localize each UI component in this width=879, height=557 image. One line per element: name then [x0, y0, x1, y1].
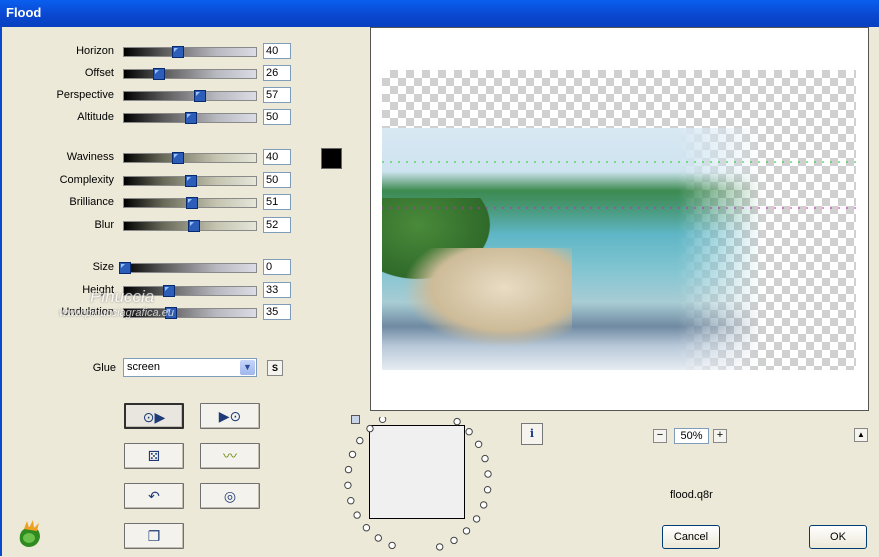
slider-label: Horizon [76, 45, 114, 57]
navigator-dot [450, 536, 458, 545]
navigator-dot [362, 524, 371, 532]
slider-track[interactable] [123, 152, 257, 164]
navigator-dot [388, 541, 396, 550]
cancel-button[interactable]: Cancel [662, 525, 720, 549]
navigator-dot [480, 501, 488, 509]
glue-value: screen [127, 361, 161, 373]
slider-label: Waviness [66, 151, 114, 163]
navigator-dot [378, 417, 387, 423]
watermark-name: Pinuccia [90, 287, 155, 306]
slider-thumb[interactable] [186, 197, 199, 209]
color-swatch[interactable] [321, 148, 342, 169]
window-title: Flood [6, 5, 42, 20]
slider-value-field[interactable]: 35 [263, 304, 291, 320]
slider-value-field[interactable]: 33 [263, 282, 291, 298]
glue-s-button[interactable]: S [267, 360, 283, 376]
undo-button[interactable]: ↶ [124, 483, 184, 509]
slider-track[interactable] [123, 220, 257, 232]
slider-label: Complexity [59, 174, 114, 186]
slider-value-field[interactable]: 51 [263, 194, 291, 210]
info-button[interactable]: i [521, 423, 543, 445]
slider-thumb[interactable] [119, 262, 131, 274]
zoom-out-button[interactable]: − [653, 429, 667, 443]
preview-canvas[interactable] [382, 70, 856, 370]
reset-to-defaults-button[interactable]: ⊙▶ [124, 403, 184, 429]
slider-value-field[interactable]: 50 [263, 109, 291, 125]
navigator-dot [348, 450, 357, 459]
slider-track[interactable] [119, 262, 257, 274]
slider-track[interactable] [123, 112, 257, 124]
copy-button[interactable]: ❐ [124, 523, 184, 549]
slider-thumb[interactable] [171, 46, 184, 58]
slider-value-field[interactable]: 50 [263, 172, 291, 188]
slider-track[interactable] [123, 197, 257, 209]
navigator-dot [483, 486, 492, 494]
slider-label: Size [92, 261, 114, 273]
disc-arrow-icon: ⊙▶ [142, 409, 166, 425]
dialog-body: Horizon 40 Offset 26 Perspective 57 Altitude 50… [0, 27, 879, 556]
navigator-dot [344, 465, 353, 474]
slider-value-field[interactable]: 57 [263, 87, 291, 103]
slider-track[interactable] [123, 90, 257, 102]
load-preset-button[interactable]: ▶⊙ [200, 403, 260, 429]
page-icon: ❐ [147, 528, 161, 544]
ok-button[interactable]: OK [809, 525, 867, 549]
slider-track[interactable] [123, 175, 257, 187]
navigator-dot [344, 481, 352, 490]
slider-label: Blur [94, 219, 114, 231]
randomize-button[interactable]: ⚄ [124, 443, 184, 469]
slider-label: Offset [84, 67, 114, 79]
glue-label: Glue [92, 362, 116, 374]
slider-thumb[interactable] [185, 112, 197, 124]
navigator-dot [472, 515, 481, 523]
slider-track[interactable] [123, 68, 257, 80]
chevron-down-icon[interactable]: ▼ [240, 360, 255, 375]
wave-icon: 〰 [223, 448, 237, 464]
navigator-dot [366, 424, 374, 433]
slider-track[interactable] [123, 46, 257, 58]
navigator-dot [481, 454, 489, 463]
slider-label: Brilliance [69, 196, 114, 208]
slider-thumb[interactable] [171, 152, 184, 164]
dice-icon: ⚄ [147, 448, 161, 464]
arrow-disc-icon: ▶⊙ [218, 408, 242, 424]
navigator-dot [453, 417, 461, 426]
collapse-button[interactable]: ▲ [854, 428, 868, 442]
watermark-url: www.pinucciagrafica.eu [59, 307, 174, 319]
slider-thumb[interactable] [194, 90, 207, 102]
slider-thumb[interactable] [187, 220, 200, 232]
preview-panel [370, 27, 869, 411]
slider-value-field[interactable]: 40 [263, 43, 291, 59]
glue-select[interactable]: screen ▼ [123, 358, 257, 377]
navigator-dot [436, 543, 444, 551]
navigator-dot [484, 470, 492, 478]
slider-thumb[interactable] [185, 175, 197, 187]
slider-value-field[interactable]: 0 [263, 259, 291, 275]
title-bar: Flood [0, 0, 879, 27]
navigator-dot [462, 527, 471, 535]
navigator-dot [347, 497, 355, 505]
ring-icon: ◎ [223, 488, 237, 504]
preview-guides [382, 161, 856, 209]
navigator-dot [465, 428, 473, 436]
zoom-level: 50% [674, 428, 709, 444]
filters-unlimited-logo-icon [19, 520, 40, 547]
slider-value-field[interactable]: 26 [263, 65, 291, 81]
navigator-dot [356, 436, 364, 445]
slider-value-field[interactable]: 52 [263, 217, 291, 233]
slider-value-field[interactable]: 40 [263, 149, 291, 165]
wave-button[interactable]: 〰 [200, 443, 260, 469]
reset-button[interactable]: ◎ [200, 483, 260, 509]
navigator-dot [353, 511, 361, 519]
navigator-ring [344, 417, 492, 551]
filter-filename: flood.q8r [670, 489, 713, 501]
slider-label: Perspective [56, 89, 114, 101]
zoom-in-button[interactable]: + [713, 429, 727, 443]
undo-icon: ↶ [148, 488, 160, 504]
navigator-dot [474, 440, 483, 448]
navigator-dot [374, 534, 382, 542]
slider-thumb[interactable] [162, 285, 175, 297]
slider-label: Altitude [77, 111, 114, 123]
slider-thumb[interactable] [153, 68, 166, 80]
